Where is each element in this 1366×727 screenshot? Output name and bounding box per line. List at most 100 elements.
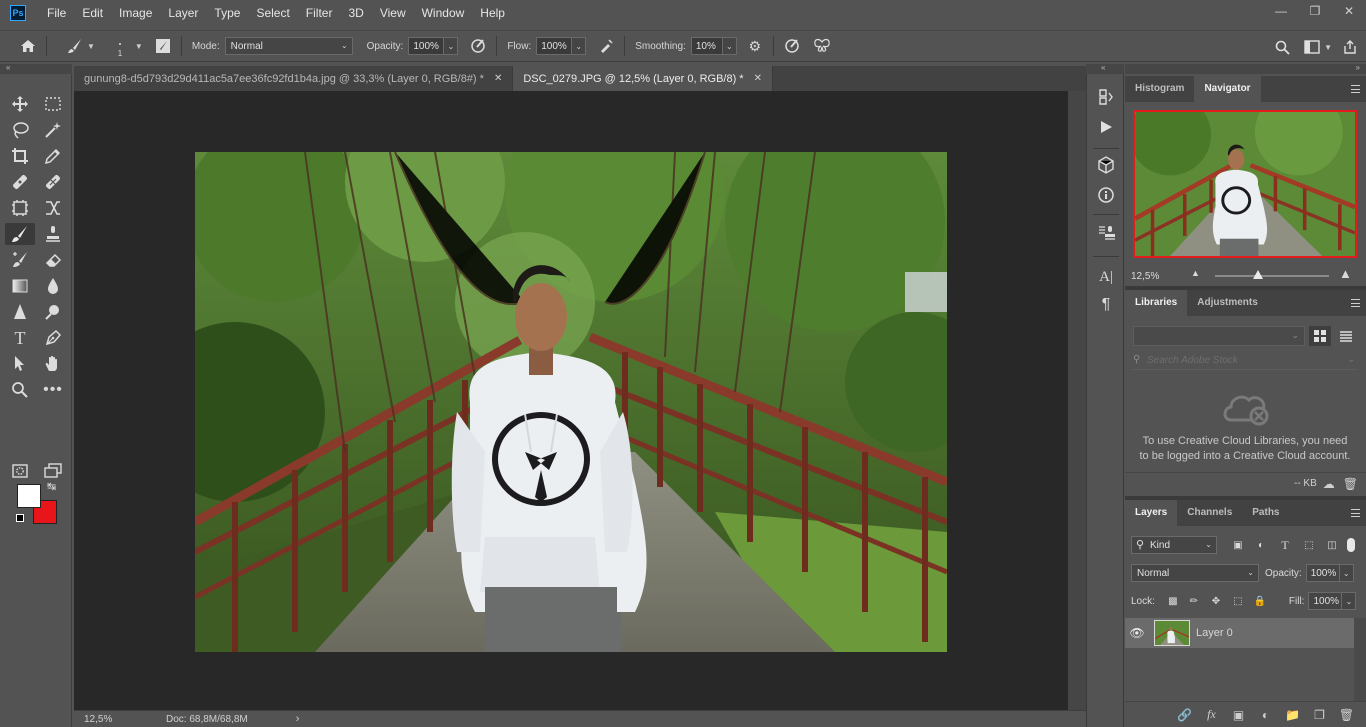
close-icon[interactable]: ✕	[754, 73, 762, 84]
pen-tool-icon[interactable]	[40, 327, 66, 349]
document-image[interactable]	[195, 152, 947, 652]
link-layers-icon[interactable]: 🔗	[1171, 708, 1198, 722]
brush-size-caret-icon[interactable]: ▼	[135, 42, 143, 51]
content-aware-move-icon[interactable]	[40, 197, 66, 219]
flow-caret-icon[interactable]: ⌄	[572, 37, 587, 55]
share-icon[interactable]	[1338, 36, 1362, 58]
layer-style-fx-icon[interactable]: fx	[1198, 707, 1225, 722]
fill-caret-icon[interactable]: ⌄	[1342, 592, 1357, 610]
quick-mask-icon[interactable]	[7, 460, 33, 482]
foreground-color-swatch[interactable]	[17, 484, 41, 508]
menu-image[interactable]: Image	[111, 0, 160, 26]
opacity-caret-icon[interactable]: ⌄	[1339, 564, 1354, 582]
menu-edit[interactable]: Edit	[74, 0, 111, 26]
menu-layer[interactable]: Layer	[160, 0, 206, 26]
clone-source-icon[interactable]	[1095, 222, 1117, 244]
close-icon[interactable]: ✕	[494, 73, 502, 84]
new-group-folder-icon[interactable]: 📁	[1279, 708, 1306, 722]
blend-mode-dropdown[interactable]: Normal ⌄	[1131, 564, 1259, 582]
pressure-opacity-icon[interactable]	[466, 35, 490, 57]
panel-menu-icon[interactable]	[1351, 299, 1360, 307]
zoom-in-mountain-icon[interactable]: ▲	[1339, 266, 1352, 281]
navigator-zoom-value[interactable]: 12,5%	[1131, 271, 1159, 282]
tab-gunung8[interactable]: gunung8-d5d793d29d411ac5a7ee36fc92fd1b4a…	[74, 66, 514, 91]
sharpen-tool-icon[interactable]	[7, 301, 33, 323]
panel-menu-icon[interactable]	[1351, 509, 1360, 517]
eyedropper-tool-icon[interactable]	[40, 145, 66, 167]
smart-object-filter-icon[interactable]: ◫	[1321, 540, 1343, 551]
actions-play-icon[interactable]	[1095, 116, 1117, 138]
tab-histogram[interactable]: Histogram	[1125, 76, 1194, 102]
dock-collapse-strip[interactable]: «	[1086, 63, 1124, 74]
adobe-stock-search[interactable]: ⚲ Search Adobe Stock ⌄	[1133, 352, 1357, 370]
healing-patch-icon[interactable]	[40, 171, 66, 193]
brush-tool-icon[interactable]	[5, 223, 35, 245]
lasso-tool-icon[interactable]	[7, 119, 33, 141]
eraser-tool-icon[interactable]	[40, 249, 66, 271]
workspace-caret-icon[interactable]: ▼	[1324, 43, 1332, 52]
new-adjustment-layer-icon[interactable]: ◐	[1252, 708, 1279, 722]
workspace-layout-icon[interactable]	[1300, 36, 1324, 58]
brush-size-picker[interactable]: 1	[109, 34, 131, 58]
tab-paths[interactable]: Paths	[1242, 500, 1289, 526]
more-tools-icon[interactable]: •••	[40, 379, 66, 401]
magic-wand-tool-icon[interactable]	[40, 119, 66, 141]
lock-image-pixels-icon[interactable]: ✏	[1183, 596, 1205, 607]
menu-3d[interactable]: 3D	[340, 0, 371, 26]
move-tool-icon[interactable]	[7, 93, 33, 115]
layer-row[interactable]: 👁 Layer 0	[1125, 618, 1354, 648]
flow-input[interactable]: 100%	[536, 37, 573, 55]
minimize-icon[interactable]: —	[1264, 0, 1298, 22]
pressure-size-icon[interactable]	[780, 35, 804, 57]
history-brush-icon[interactable]	[7, 249, 33, 271]
add-mask-icon[interactable]: ▣	[1225, 708, 1252, 722]
grid-view-icon[interactable]	[1309, 326, 1331, 346]
menu-window[interactable]: Window	[414, 0, 473, 26]
search-icon[interactable]	[1270, 36, 1294, 58]
smoothing-input[interactable]: 10%	[690, 37, 723, 55]
canvas-workspace[interactable]	[74, 91, 1068, 710]
menu-help[interactable]: Help	[472, 0, 513, 26]
tab-dsc0279[interactable]: DSC_0279.JPG @ 12,5% (Layer 0, RGB/8) * …	[513, 66, 773, 91]
trash-icon[interactable]: 🗑	[1343, 477, 1358, 491]
brush-tool-preset-icon[interactable]	[63, 35, 87, 57]
lock-all-icon[interactable]: 🔒	[1249, 596, 1271, 607]
gradient-tool-icon[interactable]	[7, 275, 33, 297]
mode-dropdown[interactable]: Normal ⌄	[224, 37, 353, 55]
frame-tool-icon[interactable]	[7, 197, 33, 219]
symmetry-butterfly-icon[interactable]	[810, 35, 834, 57]
type-tool-icon[interactable]: T	[7, 327, 33, 349]
opacity-caret-icon[interactable]: ⌄	[444, 37, 459, 55]
shape-layer-filter-icon[interactable]: ⬚	[1297, 540, 1321, 551]
layer-kind-filter[interactable]: ⚲ Kind ⌄	[1131, 536, 1217, 554]
history-panel-icon[interactable]	[1095, 86, 1117, 108]
crop-tool-icon[interactable]	[7, 145, 33, 167]
menu-filter[interactable]: Filter	[298, 0, 341, 26]
paragraph-panel-icon[interactable]: ¶	[1095, 294, 1117, 316]
vertical-scrollbar[interactable]	[1068, 91, 1086, 710]
default-colors-icon[interactable]	[16, 514, 24, 522]
character-panel-icon[interactable]: A|	[1095, 266, 1117, 288]
opacity-input[interactable]: 100%	[408, 37, 445, 55]
zoom-tool-icon[interactable]	[7, 379, 33, 401]
layer-fill-input[interactable]: 100%	[1308, 592, 1343, 610]
lock-transparent-pixels-icon[interactable]: ▩	[1163, 596, 1183, 607]
toolbar-collapse-strip[interactable]: «	[0, 63, 72, 74]
pixel-layer-filter-icon[interactable]: ▣	[1227, 540, 1249, 551]
spot-healing-brush-icon[interactable]	[7, 171, 33, 193]
restore-icon[interactable]: ❐	[1298, 0, 1332, 22]
tab-adjustments[interactable]: Adjustments	[1187, 290, 1268, 316]
marquee-tool-icon[interactable]	[40, 93, 66, 115]
layer-opacity-input[interactable]: 100%	[1305, 564, 1340, 582]
visibility-eye-icon[interactable]: 👁	[1125, 626, 1149, 640]
hand-tool-icon[interactable]	[40, 353, 66, 375]
smoothing-caret-icon[interactable]: ⌄	[722, 37, 737, 55]
smoothing-options-gear-icon[interactable]: ⚙	[743, 35, 767, 57]
path-selection-tool-icon[interactable]	[7, 353, 33, 375]
tab-channels[interactable]: Channels	[1177, 500, 1242, 526]
dodge-tool-icon[interactable]	[40, 301, 66, 323]
lock-position-icon[interactable]: ✥	[1205, 596, 1227, 607]
library-dropdown[interactable]: ⌄	[1133, 326, 1305, 346]
brush-settings-panel-icon[interactable]	[151, 35, 175, 57]
close-icon[interactable]: ✕	[1332, 0, 1366, 22]
